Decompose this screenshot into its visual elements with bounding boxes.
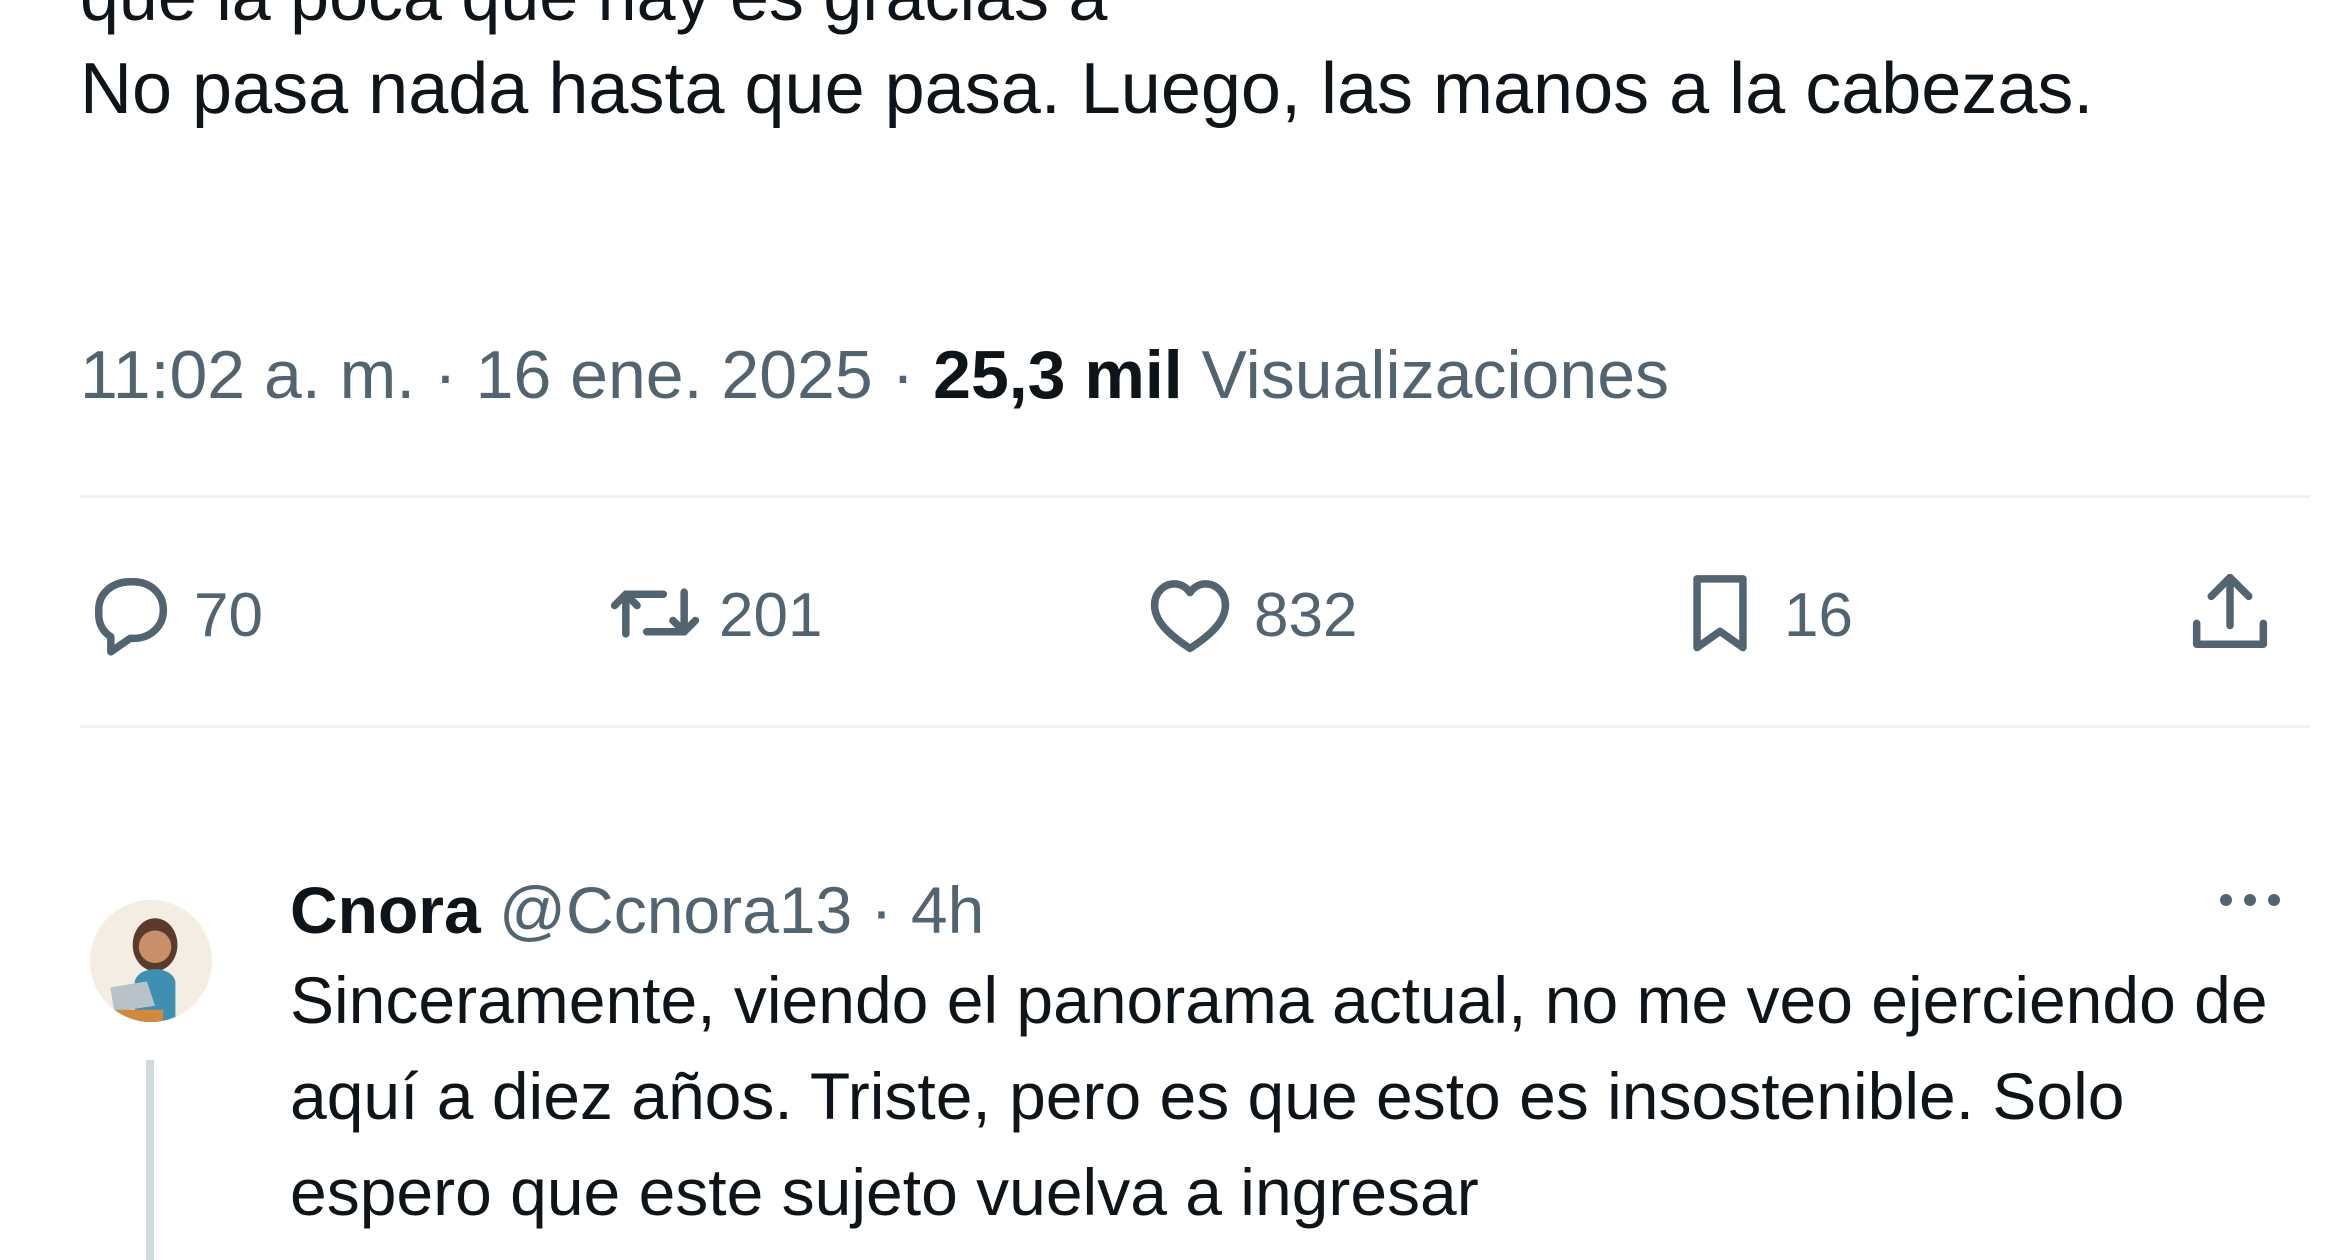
share-icon (2180, 563, 2280, 668)
tweet-time[interactable]: 11:02 a. m. (80, 337, 415, 413)
meta-separator: · (434, 337, 457, 413)
retweet-count: 201 (719, 580, 823, 650)
bookmark-count: 16 (1784, 580, 1853, 650)
divider (80, 725, 2310, 728)
like-count: 832 (1254, 580, 1358, 650)
views-count[interactable]: 25,3 mil (933, 337, 1183, 413)
avatar[interactable] (90, 900, 212, 1022)
like-icon (1140, 563, 1240, 668)
reply-tweet[interactable]: Cnora @Ccnora13 · 4h Sinceramente, viend… (0, 840, 2350, 1260)
share-button[interactable] (2180, 555, 2280, 675)
reply-header: Cnora @Ccnora13 · 4h (290, 860, 984, 960)
author-name[interactable]: Cnora (290, 873, 481, 947)
reply-time[interactable]: 4h (911, 873, 984, 947)
meta-separator: · (870, 873, 893, 947)
bookmark-icon (1670, 563, 1770, 668)
thread-line (146, 1060, 154, 1260)
tweet-date[interactable]: 16 ene. 2025 (476, 337, 873, 413)
action-bar: 70 201 832 16 (80, 555, 2310, 675)
reply-icon (80, 563, 180, 668)
retweet-button[interactable]: 201 (605, 555, 822, 675)
reply-text: Sinceramente, viendo el panorama actual,… (290, 963, 2268, 1229)
more-icon (2220, 894, 2232, 906)
more-button[interactable] (2210, 880, 2290, 920)
meta-separator: · (891, 337, 915, 413)
more-icon (2268, 894, 2280, 906)
divider (80, 495, 2310, 498)
like-button[interactable]: 832 (1140, 555, 1357, 675)
views-label[interactable]: Visualizaciones (1202, 337, 1669, 413)
author-handle[interactable]: @Ccnora13 (499, 873, 852, 947)
reply-button[interactable]: 70 (80, 555, 263, 675)
reply-count: 70 (194, 580, 263, 650)
tweet-text: No pasa nada hasta que pasa. Luego, las … (80, 49, 2094, 129)
more-icon (2244, 894, 2256, 906)
tweet-meta: 11:02 a. m. · 16 ene. 2025 · 25,3 mil Vi… (80, 330, 1669, 420)
bookmark-button[interactable]: 16 (1670, 555, 1853, 675)
retweet-icon (605, 563, 705, 668)
